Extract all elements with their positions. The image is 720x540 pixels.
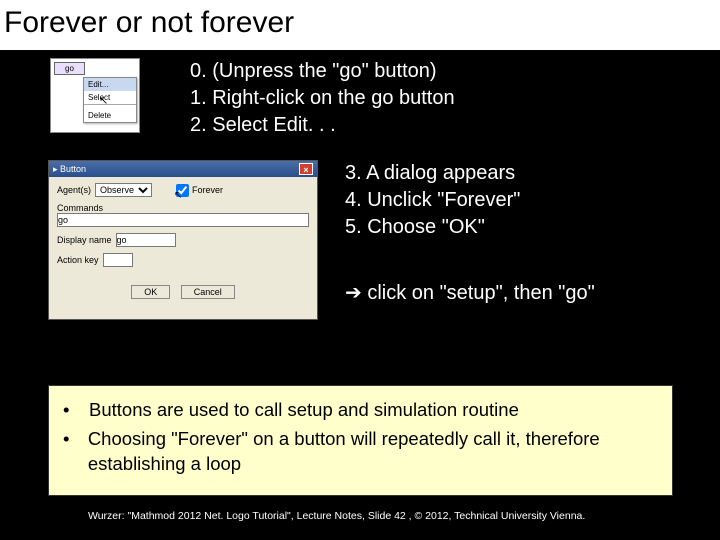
- dialog-body: Agent(s) Observe Forever ↖ Commands Disp…: [49, 177, 317, 305]
- display-name-label: Display name: [57, 235, 112, 245]
- info-box: • Buttons are used to call setup and sim…: [48, 385, 673, 496]
- display-name-input[interactable]: [116, 233, 176, 247]
- top-row: go Edit... Select Delete ↖ 0. (Unpress t…: [0, 50, 720, 160]
- commands-label: Commands: [57, 203, 103, 213]
- cancel-button[interactable]: Cancel: [181, 285, 235, 299]
- arrow-icon: ➔: [345, 282, 362, 304]
- forever-label: Forever: [192, 185, 223, 195]
- menu-item-select[interactable]: Select: [84, 91, 136, 104]
- step-2: 2. Select Edit. . .: [190, 112, 455, 139]
- info-bullet-2: Choosing "Forever" on a button will repe…: [88, 427, 658, 477]
- menu-item-edit[interactable]: Edit...: [84, 78, 136, 91]
- go-button[interactable]: go: [54, 62, 85, 75]
- context-menu: Edit... Select Delete: [83, 77, 137, 123]
- bullet-icon: •: [63, 398, 71, 423]
- dialog-titlebar: ▸ Button ×: [49, 161, 317, 177]
- step-4: 4. Unclick "Forever": [345, 187, 520, 214]
- step-3: 3. A dialog appears: [345, 160, 520, 187]
- result-line: ➔ click on "setup", then "go": [345, 280, 595, 305]
- steps-group-a: 0. (Unpress the "go" button) 1. Right-cl…: [190, 58, 455, 139]
- cursor-icon: ↖: [99, 94, 108, 107]
- ok-button[interactable]: OK: [131, 285, 170, 299]
- mid-row: ▸ Button × Agent(s) Observe Forever ↖ Co…: [0, 160, 720, 335]
- bullet-icon: •: [63, 427, 70, 477]
- step-5: 5. Choose "OK": [345, 214, 520, 241]
- steps-group-b: 3. A dialog appears 4. Unclick "Forever"…: [345, 160, 520, 241]
- context-menu-thumbnail: go Edit... Select Delete ↖: [50, 58, 140, 133]
- slide-content: go Edit... Select Delete ↖ 0. (Unpress t…: [0, 50, 720, 335]
- close-icon[interactable]: ×: [299, 163, 313, 175]
- result-text: click on "setup", then "go": [362, 282, 595, 304]
- info-bullet-1: Buttons are used to call setup and simul…: [89, 398, 519, 423]
- action-key-input[interactable]: [103, 253, 133, 267]
- menu-item-delete[interactable]: Delete: [84, 109, 136, 122]
- footer-citation: Wurzer: "Mathmod 2012 Net. Logo Tutorial…: [88, 510, 585, 522]
- action-key-label: Action key: [57, 255, 99, 265]
- button-dialog: ▸ Button × Agent(s) Observe Forever ↖ Co…: [48, 160, 318, 320]
- commands-input[interactable]: [57, 213, 309, 227]
- step-0: 0. (Unpress the "go" button): [190, 58, 455, 85]
- cursor-icon: ↖: [174, 190, 182, 201]
- dialog-buttons: OK Cancel: [57, 285, 309, 299]
- step-1: 1. Right-click on the go button: [190, 85, 455, 112]
- dialog-title: Button: [60, 164, 86, 174]
- agents-select[interactable]: Observe: [95, 183, 152, 197]
- agents-label: Agent(s): [57, 185, 91, 195]
- slide-title: Forever or not forever: [4, 6, 712, 40]
- dialog-icon: ▸ Button: [53, 164, 86, 175]
- title-bar: Forever or not forever: [0, 0, 720, 50]
